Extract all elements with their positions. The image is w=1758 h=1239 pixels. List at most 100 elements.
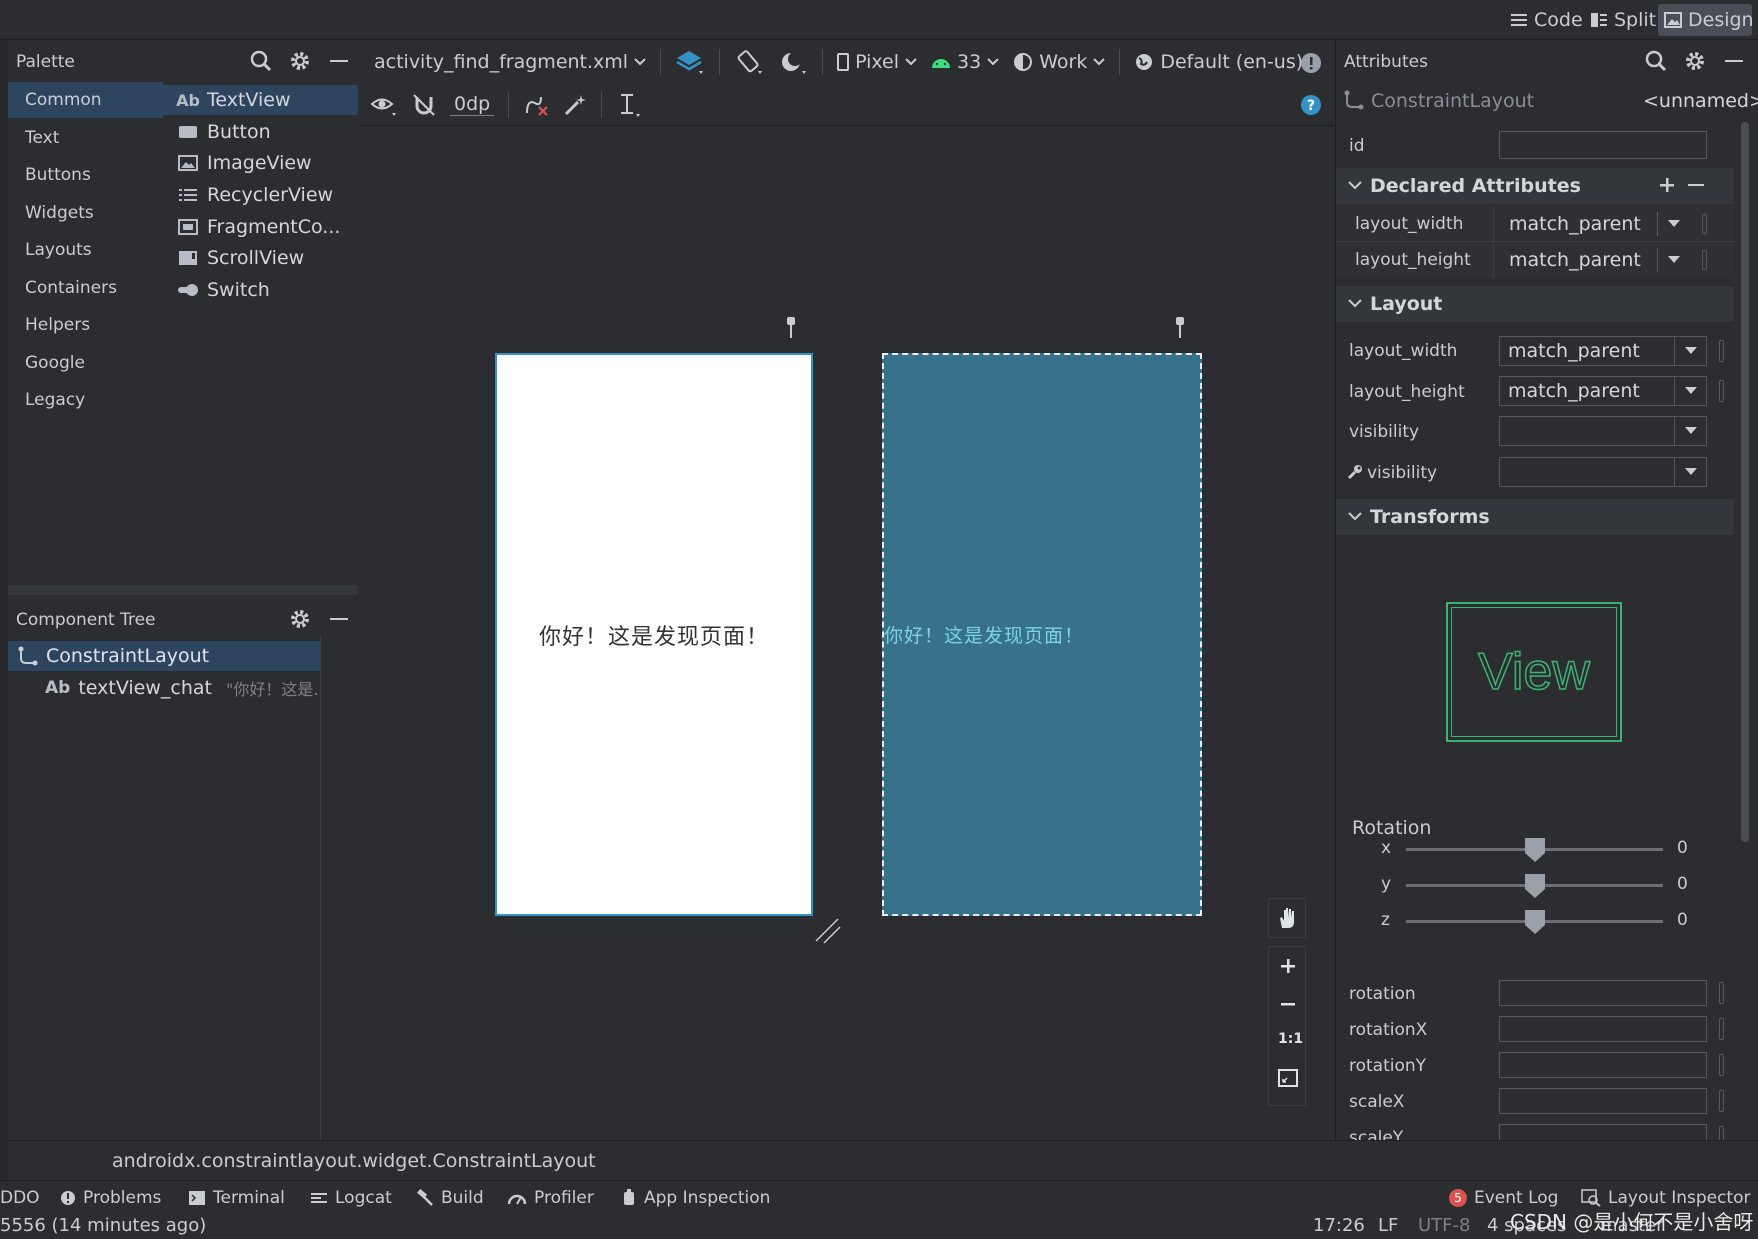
palette-category-google[interactable]: Google xyxy=(8,345,163,381)
id-input[interactable] xyxy=(1499,131,1707,159)
palette-category-text[interactable]: Text xyxy=(8,120,163,156)
palette-category-layouts[interactable]: Layouts xyxy=(8,232,163,268)
tools-visibility-dropdown[interactable] xyxy=(1499,457,1707,487)
palette-item-textview[interactable]: Ab TextView xyxy=(163,85,358,115)
layout-section-header[interactable]: Layout xyxy=(1336,286,1734,322)
terminal-tab[interactable]: Terminal xyxy=(188,1181,285,1215)
file-tab[interactable]: activity_find_fragment.xml xyxy=(374,51,646,73)
palette-item-switch[interactable]: Switch xyxy=(163,275,358,305)
declared-row[interactable]: layout_height match_parent xyxy=(1336,242,1734,278)
palette-item-scrollview[interactable]: ScrollView xyxy=(163,243,358,273)
app-inspection-tab[interactable]: App Inspection xyxy=(621,1181,770,1215)
resource-picker[interactable] xyxy=(1719,982,1724,1004)
locale-selector[interactable]: Default (en-us) xyxy=(1134,51,1321,73)
blueprint-screen[interactable]: 你好！这是发现页面！ xyxy=(882,353,1202,916)
blueprint-textview[interactable]: 你好！这是发现页面！ xyxy=(884,621,1084,648)
api-selector[interactable]: 33 xyxy=(931,51,999,73)
transform-field-input[interactable] xyxy=(1499,1052,1707,1078)
resource-picker[interactable] xyxy=(1719,1018,1724,1040)
visibility-dropdown[interactable] xyxy=(1499,416,1707,446)
resize-handle-icon[interactable] xyxy=(812,915,842,945)
night-mode-icon[interactable] xyxy=(778,49,808,75)
gear-icon[interactable] xyxy=(289,608,311,630)
pin-icon[interactable] xyxy=(784,317,798,339)
palette-item-imageview[interactable]: ImageView xyxy=(163,148,358,178)
problems-tab[interactable]: Problems xyxy=(60,1181,161,1215)
code-mode-button[interactable]: Code xyxy=(1504,4,1589,36)
cursor-position[interactable]: 17:26 xyxy=(1313,1215,1365,1236)
palette-category-legacy[interactable]: Legacy xyxy=(8,382,163,418)
default-margin[interactable]: 0dp xyxy=(450,93,495,116)
design-canvas[interactable]: 你好！这是发现页面！ 你好！这是发现页面！ 1:1 xyxy=(360,126,1335,1140)
logcat-tab[interactable]: Logcat xyxy=(310,1181,392,1215)
minimize-icon[interactable] xyxy=(1725,60,1743,62)
design-preview-screen[interactable]: 你好！这是发现页面！ xyxy=(495,353,813,916)
preview-textview[interactable]: 你好！这是发现页面！ xyxy=(539,619,769,651)
dropdown-arrow-icon[interactable] xyxy=(1657,212,1689,236)
help-icon[interactable]: ? xyxy=(1300,94,1322,116)
gear-icon[interactable] xyxy=(289,50,311,72)
search-icon[interactable] xyxy=(1645,50,1667,72)
build-tab[interactable]: Build xyxy=(416,1181,484,1215)
palette-category-widgets[interactable]: Widgets xyxy=(8,195,163,231)
transform-field-input[interactable] xyxy=(1499,1088,1707,1114)
theme-selector[interactable]: Work xyxy=(1013,51,1106,73)
resource-picker[interactable] xyxy=(1702,214,1707,234)
palette-category-common[interactable]: Common xyxy=(8,82,163,118)
file-encoding[interactable]: UTF-8 xyxy=(1418,1215,1470,1236)
zoom-reset-button[interactable]: 1:1 xyxy=(1278,1031,1303,1047)
palette-item-label: ScrollView xyxy=(207,247,305,269)
resource-picker[interactable] xyxy=(1719,340,1724,362)
eye-icon[interactable] xyxy=(370,93,398,117)
pin-icon[interactable] xyxy=(1173,317,1187,339)
panel-divider[interactable] xyxy=(8,585,358,595)
dropdown-arrow-icon[interactable] xyxy=(1657,248,1689,272)
split-mode-button[interactable]: Split xyxy=(1584,4,1662,36)
gear-icon[interactable] xyxy=(1684,50,1706,72)
transform-field-input[interactable] xyxy=(1499,980,1707,1006)
layers-icon[interactable] xyxy=(675,49,705,75)
transform-field-input[interactable] xyxy=(1499,1016,1707,1042)
device-selector[interactable]: Pixel xyxy=(837,51,917,73)
magic-wand-icon[interactable] xyxy=(563,93,587,117)
palette-item-recyclerview[interactable]: RecyclerView xyxy=(163,180,358,210)
profiler-tab[interactable]: Profiler xyxy=(507,1181,594,1215)
todo-tab[interactable]: DDO xyxy=(0,1181,40,1215)
resource-picker[interactable] xyxy=(1702,250,1707,270)
zoom-out-icon[interactable] xyxy=(1279,995,1297,1013)
zoom-in-icon[interactable] xyxy=(1279,957,1297,975)
pan-button[interactable] xyxy=(1268,898,1306,938)
attributes-scrollbar[interactable] xyxy=(1741,122,1749,842)
layout-height-dropdown[interactable]: match_parent xyxy=(1499,376,1707,406)
palette-category-buttons[interactable]: Buttons xyxy=(8,157,163,193)
vcs-status[interactable]: 5556 (14 minutes ago) xyxy=(0,1215,206,1236)
palette-category-helpers[interactable]: Helpers xyxy=(8,307,163,343)
resource-picker[interactable] xyxy=(1719,1090,1724,1112)
add-icon[interactable] xyxy=(1658,176,1676,194)
minimize-icon[interactable] xyxy=(330,618,348,620)
tree-node-root[interactable]: ConstraintLayout xyxy=(8,641,320,671)
align-icon[interactable] xyxy=(616,92,642,118)
attr-value[interactable]: match_parent xyxy=(1509,213,1641,235)
palette-item-button[interactable]: Button xyxy=(163,117,358,147)
transforms-section-header[interactable]: Transforms xyxy=(1336,499,1734,535)
magnet-off-icon[interactable] xyxy=(412,93,436,117)
palette-item-fragmentcontainer[interactable]: FragmentCo... xyxy=(163,212,358,242)
line-separator[interactable]: LF xyxy=(1378,1215,1398,1236)
palette-category-containers[interactable]: Containers xyxy=(8,270,163,306)
attr-value[interactable]: match_parent xyxy=(1509,249,1641,271)
minimize-icon[interactable] xyxy=(330,60,348,62)
resource-picker[interactable] xyxy=(1719,380,1724,402)
clear-constraints-icon[interactable] xyxy=(523,93,549,117)
tree-node-child[interactable]: Ab textView_chat "你好！这是... xyxy=(45,674,329,702)
declared-row[interactable]: layout_width match_parent xyxy=(1336,206,1734,242)
layout-width-dropdown[interactable]: match_parent xyxy=(1499,336,1707,366)
rotate-device-icon[interactable] xyxy=(734,49,764,75)
remove-icon[interactable] xyxy=(1688,184,1704,186)
warning-icon[interactable] xyxy=(1300,52,1322,74)
terminal-icon xyxy=(188,1190,206,1206)
zoom-fit-icon[interactable] xyxy=(1278,1069,1298,1087)
search-icon[interactable] xyxy=(250,50,272,72)
design-mode-button[interactable]: Design xyxy=(1658,4,1754,36)
resource-picker[interactable] xyxy=(1719,1054,1724,1076)
